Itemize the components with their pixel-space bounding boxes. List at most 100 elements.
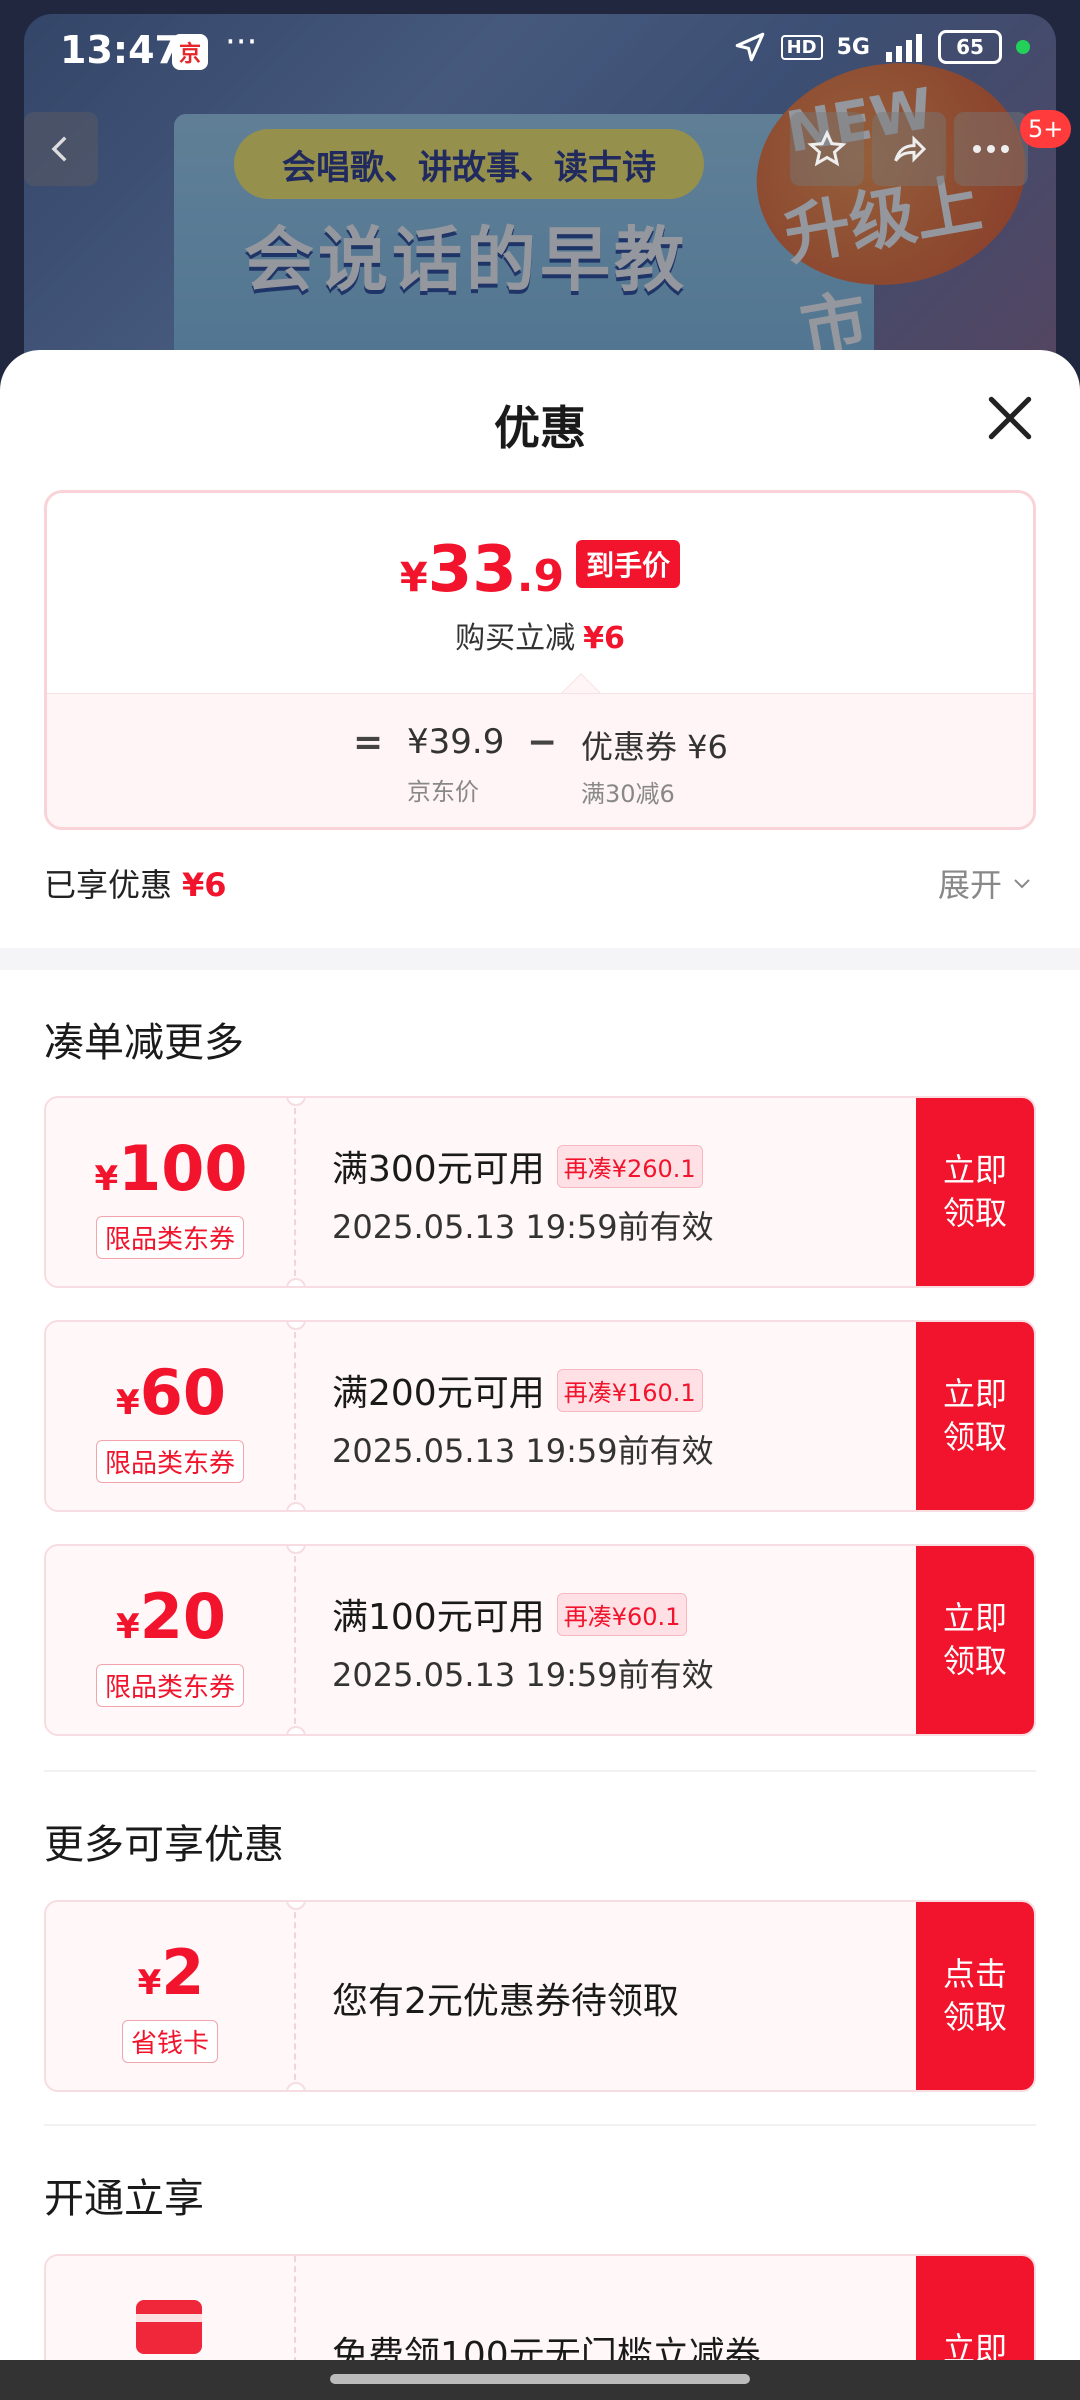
app-notification-icon: 京 bbox=[172, 34, 208, 70]
coupon-card: ¥100 限品类东券 满300元可用 再凑¥260.1 2025.05.13 1… bbox=[44, 1096, 1036, 1288]
coupon-kind-tag: 限品类东券 bbox=[95, 1216, 245, 1259]
chevron-left-icon bbox=[51, 136, 67, 162]
coupon-notch bbox=[286, 1278, 306, 1286]
claim-coupon-button[interactable]: 立即领取 bbox=[916, 1322, 1034, 1510]
sheet-title: 优惠 bbox=[494, 401, 586, 455]
coupon-notch bbox=[286, 1726, 306, 1734]
coupon-value-area: ¥2 省钱卡 bbox=[46, 1902, 296, 2090]
price-currency: ¥ bbox=[399, 555, 428, 601]
coupon-currency: ¥ bbox=[116, 1383, 140, 1423]
coupon-kind-tag: 限品类东券 bbox=[95, 1440, 245, 1483]
favorite-button[interactable] bbox=[790, 112, 864, 186]
coupon-validity: 2025.05.13 19:59前有效 bbox=[332, 1656, 714, 1694]
membership-offer: 免费领100元无门槛立减券 立即 bbox=[44, 2254, 1036, 2360]
enjoyed-amount: ¥6 bbox=[182, 866, 227, 904]
claim-coupon-button[interactable]: 立即领取 bbox=[916, 1546, 1034, 1734]
section-divider bbox=[0, 948, 1080, 970]
coupon-rule: 满30减6 bbox=[581, 780, 675, 808]
discount-sheet: 优惠 ¥ 33 .9 到手价 购买立减 ¥6 = ¥39.9 京东价 − 优惠券 … bbox=[0, 350, 1080, 2360]
coupon-currency: ¥ bbox=[137, 1963, 162, 2003]
final-price: ¥ 33 .9 到手价 bbox=[47, 533, 1033, 607]
open-membership-section-title: 开通立享 bbox=[44, 2176, 204, 2222]
star-icon bbox=[807, 129, 847, 167]
coupon-validity: 2025.05.13 19:59前有效 bbox=[332, 1208, 714, 1246]
instant-saving-amount: ¥6 bbox=[583, 621, 625, 656]
price-integer: 33 bbox=[427, 533, 517, 607]
coupon-currency: ¥ bbox=[116, 1607, 140, 1647]
coupon-condition-text: 满300元可用 bbox=[332, 1149, 545, 1190]
signal-icon: 5G bbox=[836, 34, 870, 60]
coupon-currency: ¥ bbox=[94, 1159, 119, 1199]
jd-price: ¥39.9 bbox=[407, 722, 505, 762]
coupon-notch bbox=[286, 2082, 306, 2090]
coupon-condition-text: 满100元可用 bbox=[332, 1597, 545, 1638]
chevron-down-icon bbox=[1014, 879, 1030, 889]
section-divider bbox=[44, 2124, 1036, 2126]
claim-coupon-button[interactable]: 立即领取 bbox=[916, 1098, 1034, 1286]
more-menu-button[interactable] bbox=[954, 112, 1028, 186]
home-indicator[interactable] bbox=[330, 2374, 750, 2384]
section-divider bbox=[44, 1770, 1036, 1772]
offer-description: 免费领100元无门槛立减券 bbox=[332, 2335, 761, 2360]
price-decimal: .9 bbox=[516, 551, 565, 602]
coupon-value: 2 bbox=[161, 1936, 205, 2009]
price-breakdown-card: ¥ 33 .9 到手价 购买立减 ¥6 = ¥39.9 京东价 − 优惠券 ¥6 … bbox=[44, 490, 1036, 830]
coupon-validity: 2025.05.13 19:59前有效 bbox=[332, 1432, 714, 1470]
coupon-amount: ¥2 bbox=[46, 1936, 296, 2009]
signal-bars-icon bbox=[886, 34, 922, 62]
share-icon bbox=[894, 135, 927, 163]
offer-icon-area bbox=[46, 2256, 296, 2360]
coupon-amount: ¥60 bbox=[46, 1356, 296, 1429]
battery-icon: 65 bbox=[938, 30, 1002, 64]
status-bar: 13:47 京 ··· HD 5G 65 bbox=[0, 0, 1080, 100]
more-notifications-icon: ··· bbox=[225, 22, 258, 62]
open-now-button[interactable]: 立即 bbox=[916, 2256, 1034, 2360]
enjoyed-discount: 已享优惠 ¥6 bbox=[44, 860, 227, 906]
coupon-value-area: ¥100 限品类东券 bbox=[46, 1098, 296, 1286]
hd-icon: HD bbox=[780, 34, 823, 60]
coupon-amount: ¥100 bbox=[46, 1132, 296, 1205]
coupon-kind-tag: 省钱卡 bbox=[121, 2020, 219, 2063]
coupon-condition: 满200元可用 再凑¥160.1 bbox=[332, 1364, 703, 1416]
card-icon bbox=[136, 2300, 202, 2354]
need-more-tag: 再凑¥260.1 bbox=[556, 1144, 703, 1188]
final-price-tag: 到手价 bbox=[576, 540, 681, 588]
location-icon bbox=[735, 32, 764, 62]
final-price-area: ¥ 33 .9 到手价 购买立减 ¥6 bbox=[47, 493, 1033, 693]
expand-button[interactable]: 展开 bbox=[938, 860, 1034, 906]
coupon-condition-text: 满200元可用 bbox=[332, 1373, 545, 1414]
offer-description: 您有2元优惠券待领取 bbox=[332, 1981, 679, 2022]
close-icon[interactable] bbox=[982, 390, 1038, 446]
status-time: 13:47 bbox=[60, 28, 181, 72]
need-more-tag: 再凑¥60.1 bbox=[556, 1592, 688, 1636]
coupon-value: 100 bbox=[118, 1132, 248, 1205]
coupon-deduction: 优惠券 ¥6 bbox=[581, 728, 728, 766]
coupon-notch bbox=[286, 1502, 306, 1510]
status-icons: HD 5G 65 bbox=[733, 30, 1030, 64]
coupon-kind-tag: 限品类东券 bbox=[95, 1664, 245, 1707]
back-button[interactable] bbox=[24, 112, 98, 186]
formula-minus: − bbox=[527, 722, 558, 763]
coupon-condition: 满100元可用 再凑¥60.1 bbox=[332, 1588, 688, 1640]
need-more-tag: 再凑¥160.1 bbox=[556, 1368, 703, 1412]
share-button[interactable] bbox=[872, 112, 946, 186]
coupon-value: 20 bbox=[139, 1580, 226, 1653]
more-offers-section-title: 更多可享优惠 bbox=[44, 1822, 284, 1868]
bundle-section-title: 凑单减更多 bbox=[44, 1020, 244, 1066]
navigation-gesture-bar bbox=[0, 2360, 1080, 2400]
coupon-value: 60 bbox=[139, 1356, 226, 1429]
coupon-card: ¥20 限品类东券 满100元可用 再凑¥60.1 2025.05.13 19:… bbox=[44, 1544, 1036, 1736]
price-formula: = ¥39.9 京东价 − 优惠券 ¥6 满30减6 bbox=[47, 693, 1033, 827]
claim-offer-button[interactable]: 点击领取 bbox=[916, 1902, 1034, 2090]
coupon-value-area: ¥60 限品类东券 bbox=[46, 1322, 296, 1510]
formula-equals: = bbox=[353, 722, 384, 763]
privacy-indicator-icon bbox=[1016, 40, 1030, 54]
saver-card-offer: ¥2 省钱卡 您有2元优惠券待领取 点击领取 bbox=[44, 1900, 1036, 2092]
coupon-value-area: ¥20 限品类东券 bbox=[46, 1546, 296, 1734]
coupon-amount: ¥20 bbox=[46, 1580, 296, 1653]
instant-saving-label: 购买立减 bbox=[455, 621, 576, 656]
jd-price-label: 京东价 bbox=[407, 778, 479, 806]
coupon-card: ¥60 限品类东券 满200元可用 再凑¥160.1 2025.05.13 19… bbox=[44, 1320, 1036, 1512]
enjoyed-label: 已享优惠 bbox=[44, 866, 173, 904]
message-count-badge: 5+ bbox=[1020, 110, 1072, 148]
